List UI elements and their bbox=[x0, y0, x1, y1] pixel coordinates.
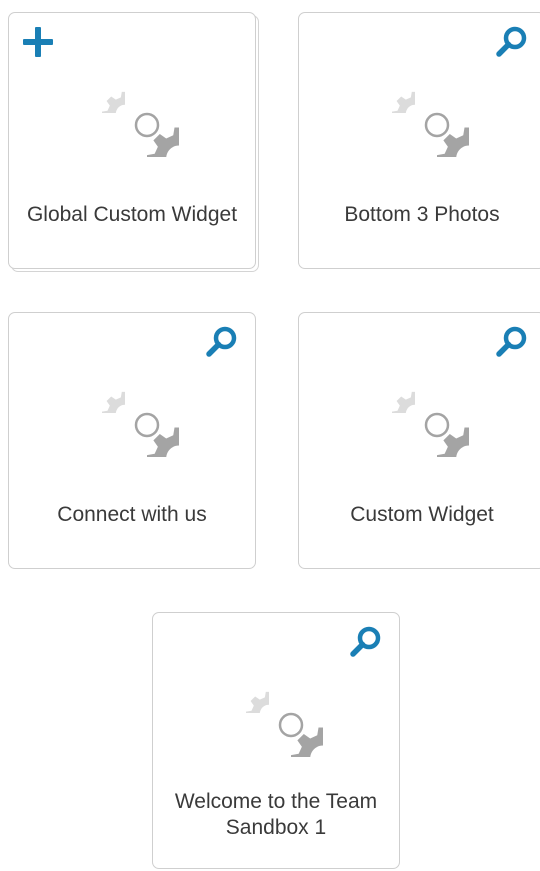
gears-icon bbox=[79, 367, 183, 459]
search-icon[interactable] bbox=[203, 323, 241, 361]
widget-title: Global Custom Widget bbox=[26, 203, 238, 226]
search-icon[interactable] bbox=[347, 623, 385, 661]
widget-title: Bottom 3 Photos bbox=[344, 203, 500, 226]
widget-card-connect-with-us[interactable]: Connect with us bbox=[8, 312, 256, 569]
widget-card-global-custom-widget[interactable]: Global Custom Widget bbox=[8, 12, 256, 269]
widget-title: Custom Widget bbox=[350, 503, 494, 526]
gears-icon bbox=[369, 367, 473, 459]
search-icon[interactable] bbox=[493, 23, 531, 61]
search-icon[interactable] bbox=[493, 323, 531, 361]
gears-icon bbox=[79, 67, 183, 159]
widget-card-welcome-to-the-team-sandbox-1[interactable]: Welcome to the Team Sandbox 1 bbox=[152, 612, 400, 869]
gears-icon bbox=[223, 667, 327, 759]
widget-title: Welcome to the Team Sandbox 1 bbox=[174, 790, 378, 839]
widget-card-custom-widget[interactable]: Custom Widget bbox=[298, 312, 540, 569]
widget-card-bottom-3-photos[interactable]: Bottom 3 Photos bbox=[298, 12, 540, 269]
gears-icon bbox=[369, 67, 473, 159]
widget-title: Connect with us bbox=[57, 503, 207, 526]
plus-icon[interactable] bbox=[19, 23, 57, 61]
